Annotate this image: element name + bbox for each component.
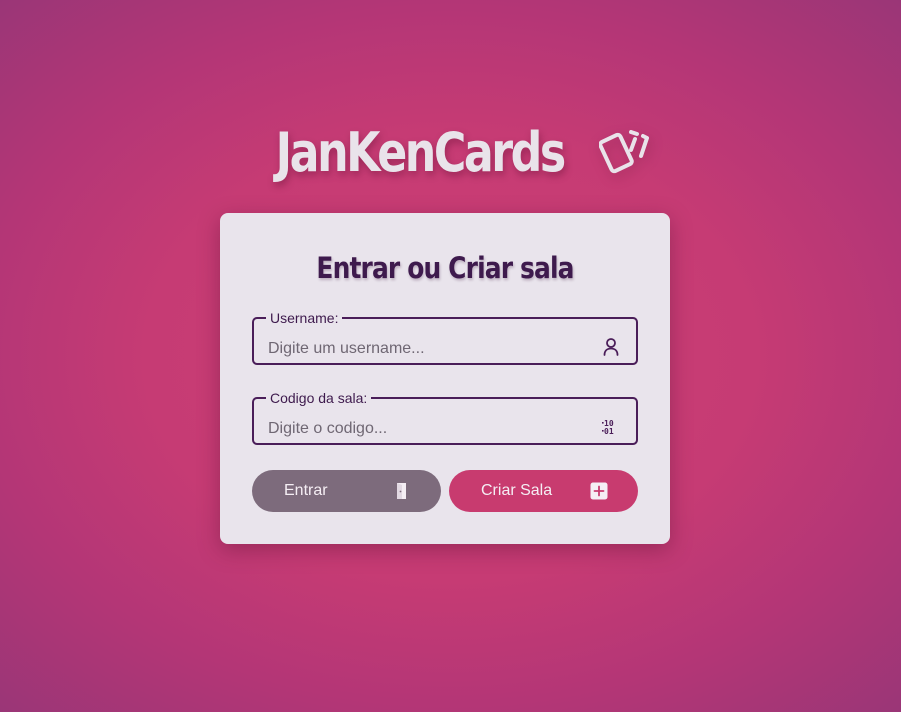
binary-icon: 10 01 bbox=[602, 419, 614, 436]
cards-icon bbox=[599, 130, 650, 174]
app-logo: JanKenCards bbox=[0, 112, 901, 192]
create-room-button[interactable]: Criar Sala bbox=[449, 470, 638, 512]
door-icon bbox=[397, 483, 406, 499]
username-label: Username: bbox=[270, 310, 339, 326]
room-code-label: Codigo da sala: bbox=[270, 390, 368, 406]
form-title: Entrar ou Criar sala bbox=[316, 251, 574, 285]
enter-button-label: Entrar bbox=[284, 482, 328, 499]
enter-button[interactable]: Entrar bbox=[252, 470, 441, 512]
plus-square-icon bbox=[590, 482, 608, 500]
app-title: JanKenCards bbox=[275, 120, 566, 184]
username-input[interactable] bbox=[266, 333, 590, 365]
room-code-input[interactable] bbox=[266, 413, 590, 445]
create-room-button-label: Criar Sala bbox=[481, 482, 553, 499]
login-card: Entrar ou Criar sala Username: Codigo da… bbox=[220, 213, 670, 544]
username-fieldset: Username: bbox=[252, 311, 638, 365]
user-icon bbox=[603, 338, 619, 356]
svg-text:01: 01 bbox=[604, 427, 614, 436]
room-code-fieldset: Codigo da sala: 10 01 bbox=[252, 391, 638, 445]
